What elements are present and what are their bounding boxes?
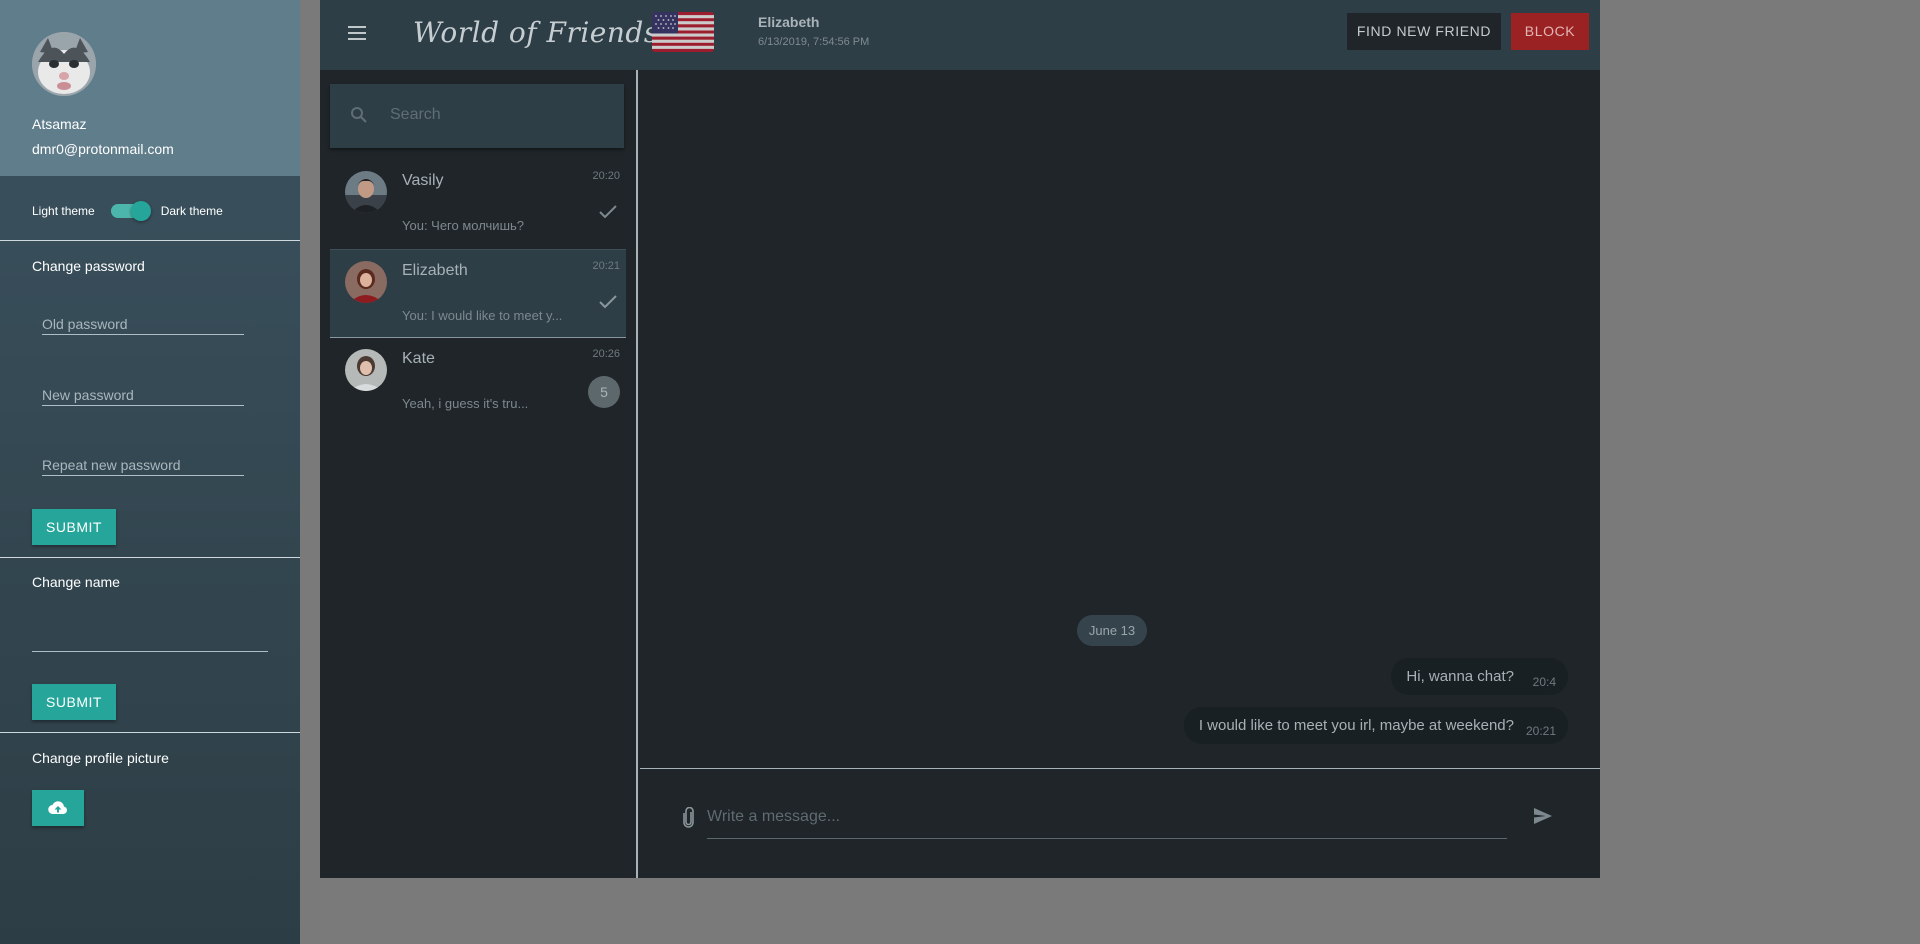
cat-avatar-icon [32, 32, 96, 96]
cloud-upload-icon [48, 801, 67, 815]
profile-header: Atsamaz dmr0@protonmail.com [0, 0, 300, 176]
contact-preview: You: Чего молчишь? [402, 218, 525, 233]
chat-partner-name: Elizabeth [758, 14, 820, 30]
password-submit-button[interactable]: SUBMIT [32, 509, 116, 545]
contact-avatar [345, 349, 387, 391]
new-password-field[interactable]: New password [42, 384, 244, 406]
change-password-title: Change password [32, 258, 145, 274]
read-check-icon [599, 205, 617, 219]
message-text: Hi, wanna chat? [1406, 668, 1514, 685]
change-name-title: Change name [32, 574, 120, 590]
old-password-field[interactable]: Old password [42, 313, 244, 335]
change-picture-title: Change profile picture [32, 750, 169, 766]
search-input[interactable] [390, 100, 610, 130]
profile-email: dmr0@protonmail.com [32, 141, 174, 157]
message-bubble: I would like to meet you irl, maybe at w… [1183, 707, 1568, 744]
theme-switch-row: Light theme Dark theme [32, 200, 223, 222]
message-composer [640, 768, 1600, 878]
us-flag-icon [652, 12, 714, 52]
contact-name: Vasily [402, 172, 444, 189]
upload-picture-button[interactable] [32, 790, 84, 826]
contact-avatar [345, 171, 387, 213]
repeat-password-field[interactable]: Repeat new password [42, 454, 244, 476]
contact-time: 20:21 [592, 260, 620, 272]
divider [0, 732, 300, 733]
message-text: I would like to meet you irl, maybe at w… [1198, 717, 1514, 734]
messenger-app: World of Friends Elizabeth 6/13/2019, 7:… [320, 0, 1600, 878]
search-icon [351, 107, 367, 123]
attach-clip-icon[interactable] [682, 807, 696, 829]
top-bar: World of Friends Elizabeth 6/13/2019, 7:… [320, 0, 1600, 70]
contact-time: 20:26 [592, 348, 620, 360]
read-check-icon [599, 295, 617, 309]
block-button[interactable]: BLOCK [1511, 13, 1589, 50]
message-bubble: Hi, wanna chat? 20:4 [1391, 658, 1568, 695]
toggle-knob [130, 201, 151, 221]
find-new-friend-button[interactable]: FIND NEW FRIEND [1347, 13, 1501, 50]
contacts-panel: Vasily 20:20 You: Чего молчишь? Elizabet… [320, 70, 638, 878]
last-seen-time: 6/13/2019, 7:54:56 PM [758, 36, 870, 48]
send-icon[interactable] [1533, 807, 1553, 825]
theme-toggle[interactable] [110, 201, 151, 221]
message-time: 20:21 [1525, 724, 1556, 738]
profile-name: Atsamaz [32, 116, 87, 132]
message-time: 20:4 [1532, 675, 1556, 689]
contact-preview: You: I would like to meet y... [402, 308, 563, 323]
menu-icon[interactable] [348, 26, 366, 40]
name-field[interactable] [32, 630, 268, 652]
contact-name: Kate [402, 350, 435, 367]
settings-drawer: Atsamaz dmr0@protonmail.com Light theme … [0, 0, 300, 944]
contact-item-vasily[interactable]: Vasily 20:20 You: Чего молчишь? [330, 160, 626, 249]
dark-theme-label: Dark theme [160, 204, 223, 218]
name-submit-button[interactable]: SUBMIT [32, 684, 116, 720]
chat-panel: June 13 Hi, wanna chat? 20:4 I would lik… [640, 70, 1600, 878]
app-title: World of Friends [413, 16, 659, 49]
profile-avatar [32, 32, 96, 96]
contact-item-kate[interactable]: Kate 20:26 Yeah, i guess it's tru... 5 [330, 338, 626, 427]
search-box [330, 84, 624, 148]
contact-preview: Yeah, i guess it's tru... [402, 396, 529, 411]
contact-name: Elizabeth [402, 262, 468, 279]
message-input[interactable] [707, 799, 1507, 839]
contact-avatar [345, 261, 387, 303]
date-divider: June 13 [1077, 615, 1147, 646]
contact-item-elizabeth[interactable]: Elizabeth 20:21 You: I would like to mee… [330, 249, 626, 338]
unread-count-badge: 5 [588, 376, 620, 408]
divider [0, 557, 300, 558]
divider [0, 240, 300, 241]
light-theme-label: Light theme [32, 204, 95, 218]
contact-time: 20:20 [592, 170, 620, 182]
